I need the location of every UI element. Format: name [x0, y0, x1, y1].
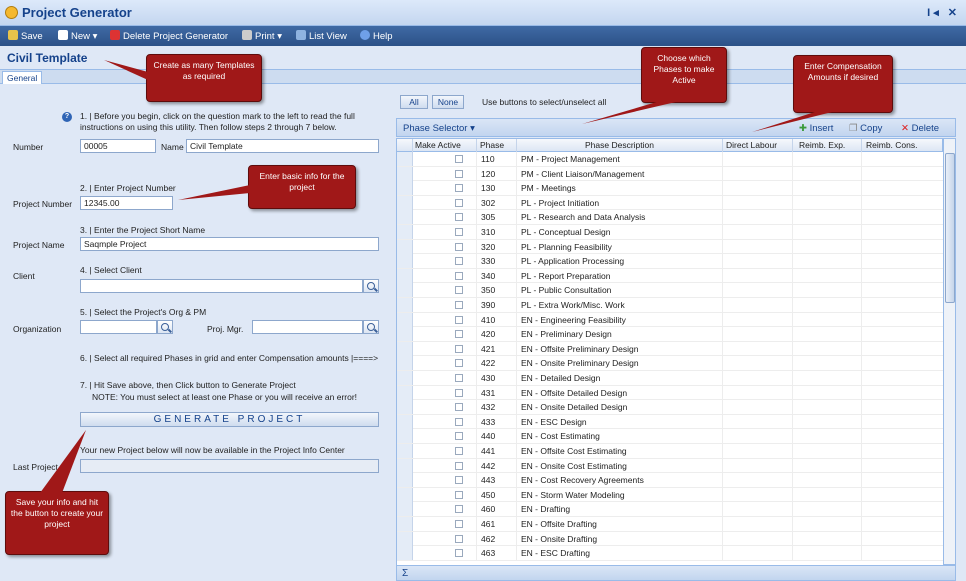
- callout-pointers: [40, 60, 836, 493]
- pointer-compensation: [752, 111, 836, 132]
- pointer-save: [40, 430, 86, 493]
- pointer-phases: [582, 101, 680, 124]
- pointer-basic-info: [178, 185, 250, 200]
- pointer-templates: [104, 60, 148, 80]
